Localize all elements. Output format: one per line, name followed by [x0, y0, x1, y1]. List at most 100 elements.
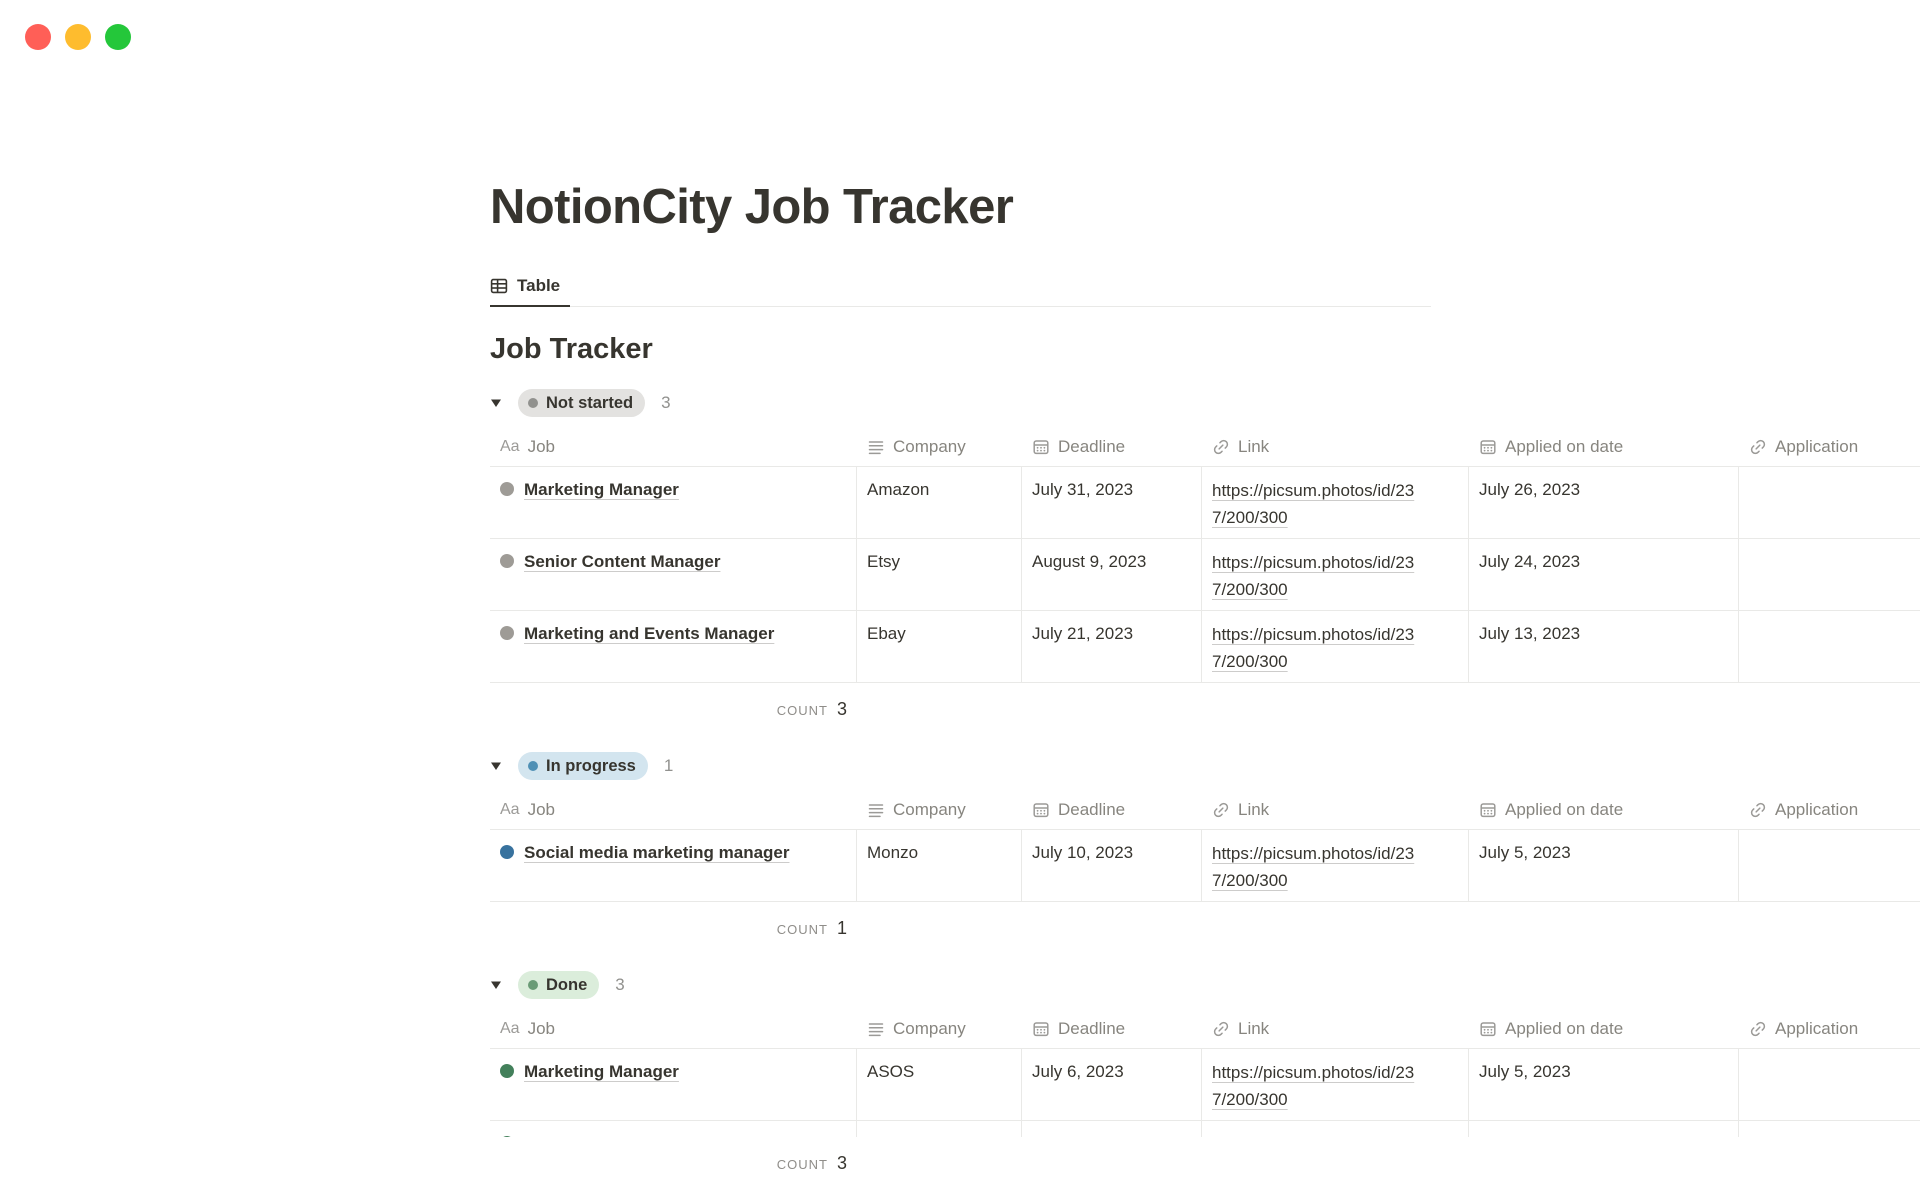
cell-deadline[interactable]: August 9, 2023	[1022, 539, 1202, 610]
cell-application[interactable]	[1739, 539, 1920, 610]
column-header-row: AaJob Company Deadline Link	[490, 1009, 1920, 1049]
cell-company[interactable]: Monzo	[857, 830, 1022, 901]
cell-application[interactable]	[1739, 611, 1920, 682]
cell-link[interactable]: https://picsum.photos/id/237/200/300	[1202, 467, 1469, 538]
column-header-company[interactable]: Company	[857, 800, 1022, 820]
column-header-link[interactable]: Link	[1202, 437, 1469, 457]
job-page-link[interactable]: Social media marketing manager	[524, 840, 790, 866]
column-header-applied[interactable]: Applied on date	[1469, 800, 1739, 820]
text-type-icon: Aa	[500, 802, 520, 818]
column-header-application[interactable]: Application	[1739, 437, 1920, 457]
count-label: COUNT	[777, 1157, 828, 1172]
job-page-link[interactable]: Marketing Manager	[524, 1059, 679, 1085]
cell-company[interactable]: Etsy	[857, 539, 1022, 610]
count-label: COUNT	[777, 703, 828, 718]
job-page-link[interactable]: Senior Content Manager	[524, 549, 720, 575]
count-value: 1	[837, 918, 847, 939]
group-status-pill[interactable]: In progress	[518, 752, 648, 780]
cell-applied[interactable]: July 13, 2023	[1469, 611, 1739, 682]
cell-application[interactable]	[1739, 1121, 1920, 1137]
cell-link[interactable]: https://picsum.photos/id/237/200/300	[1202, 830, 1469, 901]
cell-link[interactable]: https://picsum.photos/id/237/200/300	[1202, 611, 1469, 682]
cell-applied[interactable]: July 5, 2023	[1469, 1049, 1739, 1120]
url-link[interactable]: https://picsum.photos/id/237/200/300	[1212, 1131, 1419, 1137]
column-label: Company	[893, 437, 966, 457]
zoom-button[interactable]	[105, 24, 131, 50]
close-button[interactable]	[25, 24, 51, 50]
count-footer[interactable]: COUNT 1	[490, 902, 857, 953]
column-header-deadline[interactable]: Deadline	[1022, 800, 1202, 820]
column-header-company[interactable]: Company	[857, 437, 1022, 457]
job-page-link[interactable]: Marketing and Events Manager	[524, 621, 774, 647]
url-link[interactable]: https://picsum.photos/id/237/200/300	[1212, 840, 1419, 894]
cell-deadline[interactable]: July 12, 2023	[1022, 1121, 1202, 1137]
column-header-company[interactable]: Company	[857, 1019, 1022, 1039]
cell-deadline[interactable]: July 21, 2023	[1022, 611, 1202, 682]
text-lines-icon	[867, 801, 885, 819]
column-label: Company	[893, 800, 966, 820]
job-page-link[interactable]: Marketing Manager	[524, 477, 679, 503]
cell-applied[interactable]: July 24, 2023	[1469, 539, 1739, 610]
column-label: Deadline	[1058, 1019, 1125, 1039]
cell-job[interactable]: Marketing Manager	[490, 1049, 857, 1120]
cell-company[interactable]: Amazon	[857, 467, 1022, 538]
cell-applied[interactable]: July 26, 2023	[1469, 467, 1739, 538]
cell-company[interactable]: Notion	[857, 1121, 1022, 1137]
column-header-deadline[interactable]: Deadline	[1022, 437, 1202, 457]
url-link[interactable]: https://picsum.photos/id/237/200/300	[1212, 621, 1419, 675]
count-footer[interactable]: COUNT 3	[490, 683, 857, 734]
cell-job[interactable]: Marketing and Events Manager	[490, 611, 857, 682]
column-header-applied[interactable]: Applied on date	[1469, 437, 1739, 457]
cell-link[interactable]: https://picsum.photos/id/237/200/300	[1202, 1121, 1469, 1137]
cell-job[interactable]: Senior Content Manager	[490, 539, 857, 610]
cell-job[interactable]: Social media manager	[490, 1121, 857, 1137]
cell-link[interactable]: https://picsum.photos/id/237/200/300	[1202, 539, 1469, 610]
calendar-icon	[1032, 1020, 1050, 1038]
cell-job[interactable]: Marketing Manager	[490, 467, 857, 538]
cell-application[interactable]	[1739, 1049, 1920, 1120]
cell-applied[interactable]: July 5, 2023	[1469, 830, 1739, 901]
group-count: 3	[615, 975, 624, 995]
group-status-pill[interactable]: Done	[518, 971, 599, 999]
triangle-down-icon	[490, 761, 502, 771]
group-toggle[interactable]	[490, 980, 518, 990]
column-header-job[interactable]: AaJob	[490, 1019, 857, 1039]
cell-company[interactable]: ASOS	[857, 1049, 1022, 1120]
cell-job[interactable]: Social media marketing manager	[490, 830, 857, 901]
table-row: Senior Content Manager Etsy August 9, 20…	[490, 539, 1920, 611]
table-group: Not started 3 AaJob Company Deadline	[490, 387, 1920, 734]
group-name: Done	[546, 977, 587, 994]
group-toggle[interactable]	[490, 398, 518, 408]
cell-deadline[interactable]: July 6, 2023	[1022, 1049, 1202, 1120]
minimize-button[interactable]	[65, 24, 91, 50]
column-header-deadline[interactable]: Deadline	[1022, 1019, 1202, 1039]
cell-company[interactable]: Ebay	[857, 611, 1022, 682]
column-header-application[interactable]: Application	[1739, 1019, 1920, 1039]
calendar-icon	[1479, 801, 1497, 819]
table-row: Marketing Manager Amazon July 31, 2023 h…	[490, 467, 1920, 539]
column-header-applied[interactable]: Applied on date	[1469, 1019, 1739, 1039]
cell-link[interactable]: https://picsum.photos/id/237/200/300	[1202, 1049, 1469, 1120]
column-header-job[interactable]: AaJob	[490, 800, 857, 820]
triangle-down-icon	[490, 398, 502, 408]
url-link[interactable]: https://picsum.photos/id/237/200/300	[1212, 549, 1419, 603]
status-dot-icon	[500, 1064, 514, 1078]
column-header-job[interactable]: AaJob	[490, 437, 857, 457]
count-footer[interactable]: COUNT 3	[490, 1137, 857, 1188]
link-icon	[1212, 1020, 1230, 1038]
cell-application[interactable]	[1739, 830, 1920, 901]
tab-table[interactable]: Table	[490, 263, 570, 307]
url-link[interactable]: https://picsum.photos/id/237/200/300	[1212, 1059, 1419, 1113]
cell-application[interactable]	[1739, 467, 1920, 538]
cell-applied[interactable]: July 3, 2023	[1469, 1121, 1739, 1137]
cell-deadline[interactable]: July 10, 2023	[1022, 830, 1202, 901]
column-header-link[interactable]: Link	[1202, 800, 1469, 820]
column-header-application[interactable]: Application	[1739, 800, 1920, 820]
group-rows: Marketing Manager ASOS July 6, 2023 http…	[490, 1049, 1920, 1137]
column-header-link[interactable]: Link	[1202, 1019, 1469, 1039]
cell-deadline[interactable]: July 31, 2023	[1022, 467, 1202, 538]
job-page-link[interactable]: Social media manager	[524, 1131, 704, 1137]
group-toggle[interactable]	[490, 761, 518, 771]
group-status-pill[interactable]: Not started	[518, 389, 645, 417]
url-link[interactable]: https://picsum.photos/id/237/200/300	[1212, 477, 1419, 531]
